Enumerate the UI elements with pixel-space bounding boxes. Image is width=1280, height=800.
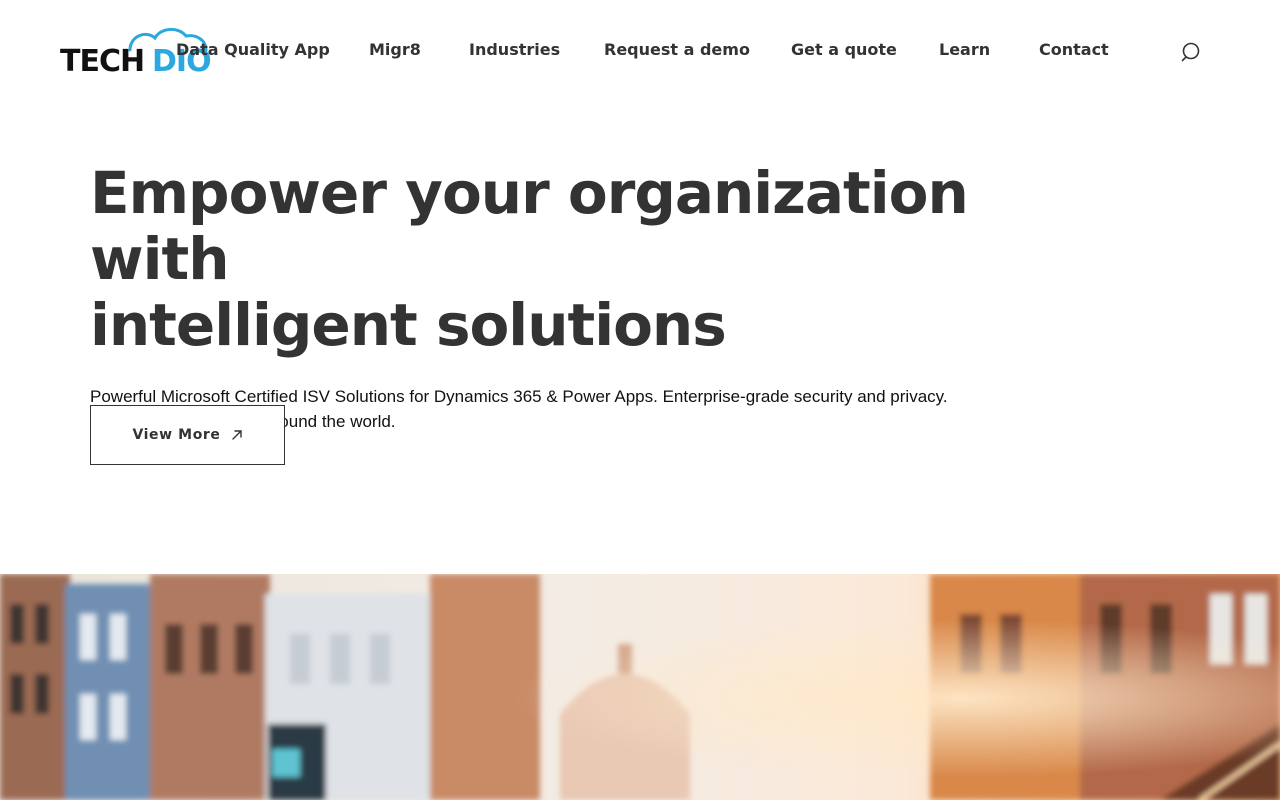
nav-industries[interactable]: Industries (469, 38, 560, 62)
nav-request-a-demo[interactable]: Request a demo (604, 38, 750, 62)
nav-migr8[interactable]: Migr8 (369, 38, 421, 62)
hero-title-line-2: intelligent solutions (90, 291, 727, 359)
city-street-photo (0, 574, 1280, 800)
nav-learn[interactable]: Learn (939, 38, 990, 62)
nav-data-quality-app[interactable]: Data Quality App (176, 38, 330, 62)
nav-contact[interactable]: Contact (1039, 38, 1109, 62)
hero-city-street-image (0, 574, 1280, 800)
arrow-up-right-icon (231, 430, 242, 440)
hero-title: Empower your organization with intellige… (90, 160, 1090, 358)
search-button[interactable] (1180, 40, 1204, 64)
nav-get-a-quote[interactable]: Get a quote (791, 38, 897, 62)
search-icon (1181, 42, 1200, 62)
view-more-label: View More (132, 427, 221, 443)
svg-text:TECH: TECH (60, 44, 144, 76)
hero-title-line-1: Empower your organization with (90, 159, 969, 293)
hero-section: Empower your organization with intellige… (90, 160, 1090, 434)
site-header: TECH DIO Data Quality App Migr8 Industri… (0, 0, 1280, 100)
view-more-button[interactable]: View More (90, 405, 285, 465)
hero-subtitle-line-1: Powerful Microsoft Certified ISV Solutio… (90, 387, 948, 406)
